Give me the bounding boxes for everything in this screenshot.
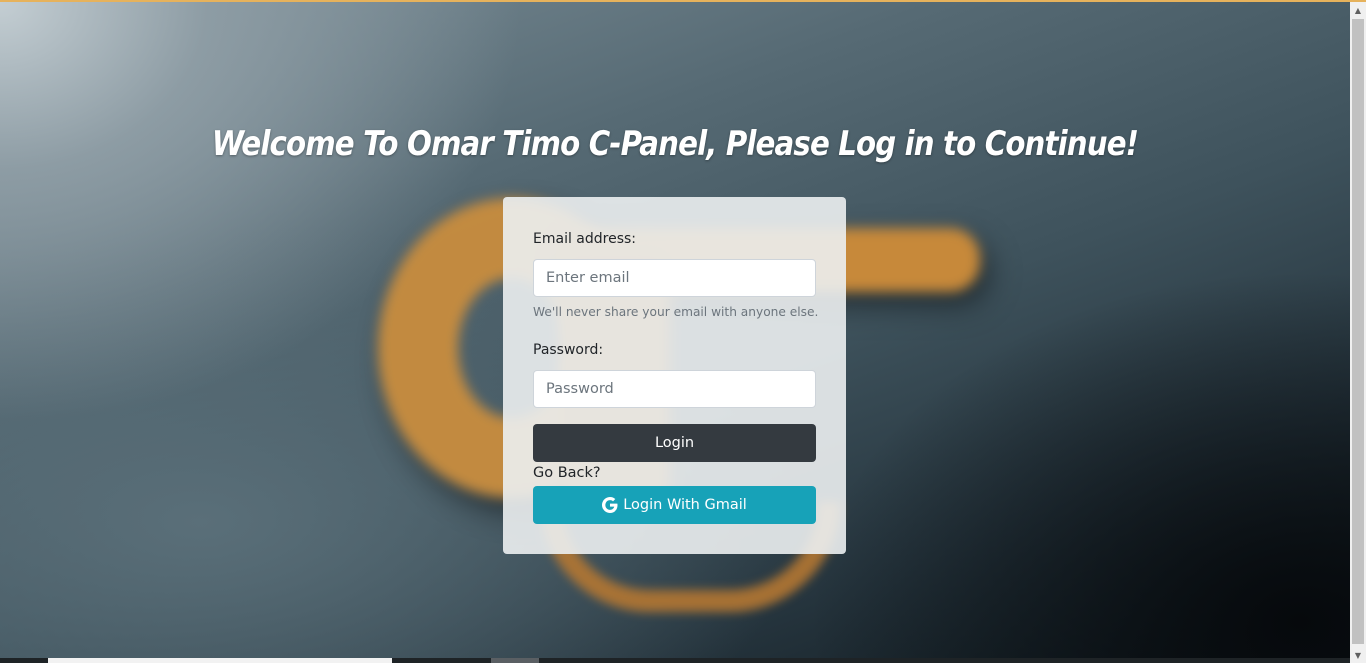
email-input[interactable] bbox=[533, 259, 816, 297]
google-icon bbox=[602, 497, 618, 513]
login-button[interactable]: Login bbox=[533, 424, 816, 462]
page-title: Welcome To Omar Timo C-Panel, Please Log… bbox=[211, 124, 1139, 164]
password-input[interactable] bbox=[533, 370, 816, 408]
go-back-link[interactable]: Go Back? bbox=[533, 465, 601, 481]
email-help-text: We'll never share your email with anyone… bbox=[533, 305, 819, 319]
login-button-label: Login bbox=[654, 435, 695, 451]
login-with-gmail-button[interactable]: Login With Gmail bbox=[533, 486, 816, 524]
bottom-strip-segment bbox=[491, 658, 539, 663]
email-label: Email address: bbox=[533, 231, 637, 247]
scroll-up-arrow-icon[interactable]: ▲ bbox=[1350, 2, 1366, 18]
gmail-button-label: Login With Gmail bbox=[623, 497, 747, 513]
password-label: Password: bbox=[533, 342, 604, 358]
login-card: Email address: We'll never share your em… bbox=[503, 197, 846, 554]
bottom-strip-segment bbox=[48, 658, 392, 663]
bottom-strip bbox=[0, 658, 1350, 663]
scroll-down-arrow-icon[interactable]: ▼ bbox=[1350, 647, 1366, 663]
scrollbar-thumb[interactable] bbox=[1352, 19, 1364, 644]
vertical-scrollbar[interactable]: ▲ ▼ bbox=[1350, 2, 1366, 663]
